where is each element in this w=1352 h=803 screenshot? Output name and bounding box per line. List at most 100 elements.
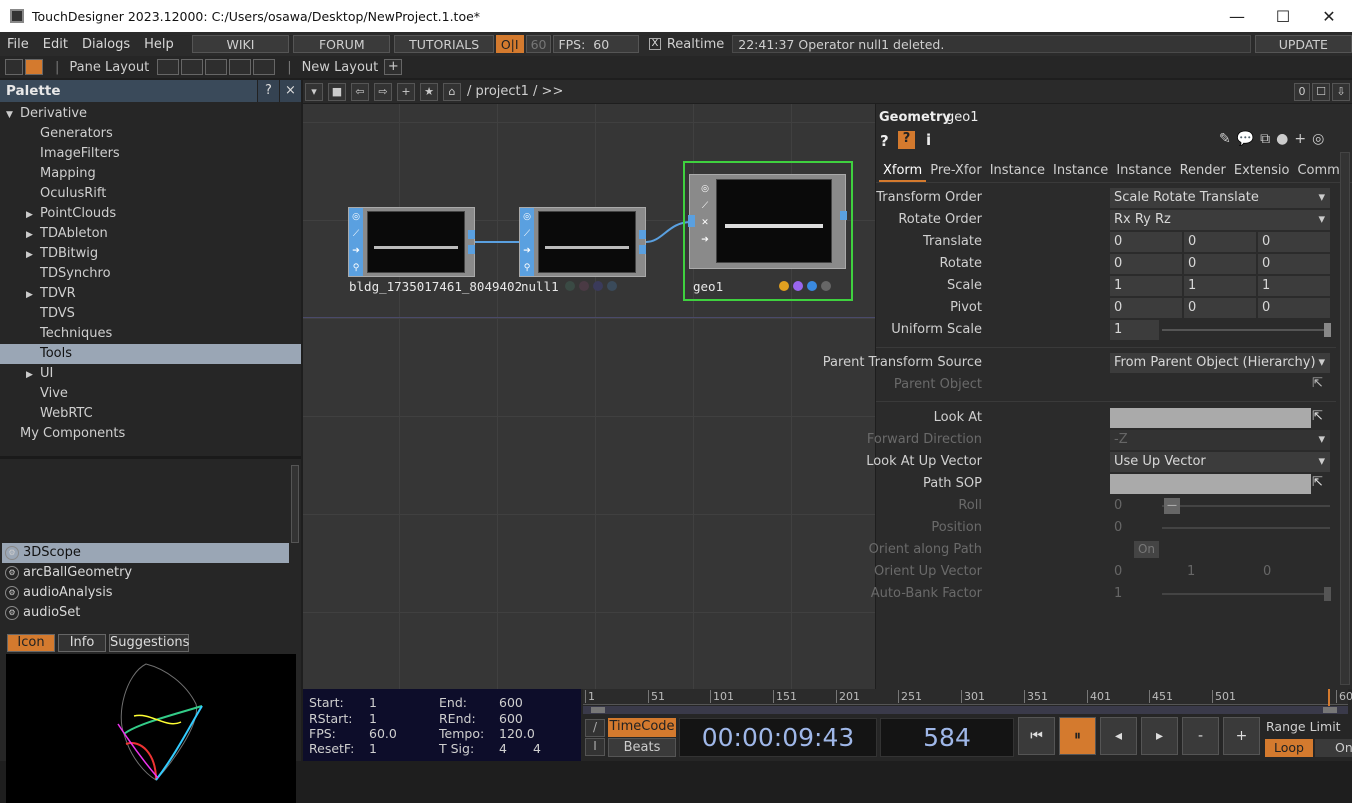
realtime-checkbox[interactable]: X [649,38,661,50]
uniform-scale-slider[interactable] [1162,329,1330,331]
node-input-connector[interactable] [688,215,695,227]
pick-flag-icon[interactable] [793,281,803,291]
tab-instance3[interactable]: Instance [1112,160,1175,182]
roll-field[interactable]: 0 [1110,496,1160,516]
component-list-item[interactable]: ⚙3DScope [2,543,289,563]
lock-flag-icon[interactable]: ⚲ [351,263,361,273]
translate-x-field[interactable]: 0 [1110,232,1183,252]
node-label[interactable]: bldg_1735017461_8049402 [349,279,522,294]
increase-icon[interactable]: + [1223,717,1260,755]
node-geo1[interactable]: ◎ ⟋ ✕ ➔ [689,174,846,269]
palette-tree-item[interactable]: ▶TDVR [0,284,301,304]
forum-button[interactable]: FORUM [293,35,390,53]
flag-dot-icon[interactable] [565,281,575,291]
playhead[interactable] [1328,689,1330,706]
position-slider[interactable] [1162,527,1330,529]
tab-xform[interactable]: Xform [879,160,926,182]
node-flags[interactable]: ◎ ⟋ ✕ ➔ [698,182,712,256]
timecode-display[interactable]: 00:00:09:43 [679,718,877,757]
wiki-button[interactable]: WIKI [192,35,289,53]
forward-direction-menu[interactable]: -Z [1110,430,1331,450]
menu-edit[interactable]: Edit [36,37,75,52]
edit-icon[interactable]: ✎ [1219,131,1237,147]
layout-split-v-icon[interactable] [181,59,203,75]
timeline-ruler[interactable]: 151101151201251301351401451501600 [583,689,1348,705]
palette-tree-item[interactable]: Techniques [0,324,301,344]
beats-button[interactable]: Beats [608,738,676,757]
network-path[interactable]: / project1 / >> [467,84,563,99]
forward-icon[interactable]: ⇨ [374,83,392,101]
display-flag-icon[interactable]: ➔ [351,246,361,256]
python-help-icon[interactable]: ? [898,131,915,149]
scale-x-field[interactable]: 1 [1110,276,1183,296]
minimize-icon[interactable]: — [1214,7,1260,26]
oi-toggle[interactable]: O|I [496,35,524,53]
pivot-z-field[interactable]: 0 [1258,298,1331,318]
tab-instance2[interactable]: Instance [1049,160,1112,182]
wire-flag-icon[interactable] [821,281,831,291]
palette-tree-item[interactable]: TDVS [0,304,301,324]
rstart-value[interactable]: 1 [369,711,377,726]
uniform-scale-field[interactable]: 1 [1110,320,1160,340]
pane-split-icon[interactable]: ⇩ [1332,83,1350,101]
menu-file[interactable]: File [0,37,36,52]
add-op-icon[interactable]: + [397,83,415,101]
end-value[interactable]: 600 [499,695,523,710]
node-label[interactable]: null1 [521,279,559,294]
auto-bank-slider[interactable] [1162,593,1330,595]
tab-info[interactable]: Info [58,634,106,652]
palette-tree-item[interactable]: ▶UI [0,364,301,384]
orient-along-path-toggle[interactable]: On [1134,541,1159,558]
path-sop-picker-icon[interactable]: ⇱ [1312,475,1323,490]
decrease-icon[interactable]: - [1182,717,1219,755]
timeline-range-bar[interactable] [583,706,1348,714]
pause-icon[interactable]: ⏸ [1059,717,1096,755]
tempo-value[interactable]: 120.0 [499,726,535,741]
auto-bank-field[interactable]: 1 [1110,584,1160,604]
maximize-icon[interactable]: ☐ [1260,7,1306,26]
network-menu-icon[interactable]: ▾ [305,83,323,101]
node-label[interactable]: geo1 [693,279,723,294]
palette-tree-item[interactable]: ▶TDBitwig [0,244,301,264]
palette-tree-item[interactable]: OculusRift [0,184,301,204]
palette-tree-item[interactable]: My Components [0,424,301,444]
pane-expand-icon[interactable]: ☐ [1312,83,1330,101]
node-output-connector[interactable] [468,230,475,239]
expand-right-icon[interactable]: ▶ [26,285,36,305]
flag-dot-icon[interactable] [579,281,589,291]
network-editor[interactable]: ◎ ⟋ ➔ ⚲ bldg_1735017461_8049402 ◎ ⟋ ➔ ⚲ … [303,104,875,689]
layout-single-icon[interactable] [157,59,179,75]
expand-right-icon[interactable]: ▶ [26,245,36,265]
roll-handle[interactable]: — [1164,498,1180,514]
translate-y-field[interactable]: 0 [1184,232,1257,252]
parent-transform-source-menu[interactable]: From Parent Object (Hierarchy) [1110,353,1331,373]
fps-value[interactable]: 60.0 [369,726,397,741]
rotate-z-field[interactable]: 0 [1258,254,1331,274]
bookmark-icon[interactable]: ★ [420,83,438,101]
menu-help[interactable]: Help [137,37,181,52]
palette-tree-item[interactable]: TDSynchro [0,264,301,284]
pivot-y-field[interactable]: 0 [1184,298,1257,318]
display-flag-icon[interactable]: ➔ [522,246,532,256]
viewer-flag-icon[interactable]: ◎ [522,212,532,222]
param-scrollbar[interactable] [1340,152,1350,685]
once-button[interactable]: Once [1315,739,1352,757]
loop-button[interactable]: Loop [1265,739,1313,757]
look-at-picker-icon[interactable]: ⇱ [1312,409,1323,424]
bypass-flag-icon[interactable]: ⟋ [351,229,361,239]
tab-extensions[interactable]: Extensio [1230,160,1294,182]
op-name[interactable]: geo1 [946,110,978,125]
viewer-flag-icon[interactable]: ◎ [351,212,361,222]
flag-dot-icon[interactable] [593,281,603,291]
uniform-scale-handle[interactable] [1324,323,1331,337]
component-list-item[interactable]: ⚙audioAnalysis [2,583,289,603]
add-param-icon[interactable]: + [1294,131,1312,147]
display-flag-icon[interactable]: ➔ [700,235,710,245]
back-icon[interactable]: ⇦ [351,83,369,101]
palette-tree-item[interactable]: WebRTC [0,404,301,424]
scale-y-field[interactable]: 1 [1184,276,1257,296]
parent-object-picker-icon[interactable]: ⇱ [1312,376,1323,391]
node-output-connector[interactable] [639,245,646,254]
look-at-field[interactable] [1110,408,1312,428]
close-icon[interactable]: ✕ [1306,7,1352,26]
